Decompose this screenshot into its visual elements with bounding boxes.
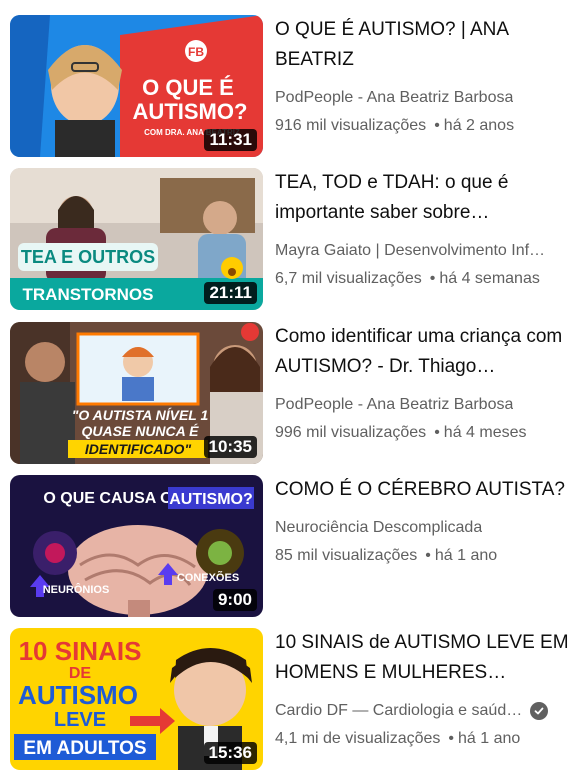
separator-dot: • (425, 547, 431, 564)
video-duration: 21:11 (204, 282, 257, 304)
video-duration: 10:35 (203, 436, 257, 458)
thumb-line1: TEA E OUTROS (21, 247, 155, 267)
thumb-badge: FB (188, 45, 204, 59)
upload-age: há 1 ano (434, 547, 498, 564)
video-title[interactable]: O QUE É AUTISMO? | ANA BEATRIZ (275, 15, 575, 75)
thumb-left-label: NEURÔNIOS (43, 583, 110, 596)
channel-name[interactable]: PodPeople - Ana Beatriz Barbosa (275, 394, 513, 416)
thumb-line1: O QUE É (142, 75, 234, 100)
video-thumbnail[interactable]: FB O QUE É AUTISMO? COM DRA. ANA BEATRIZ… (10, 15, 263, 157)
video-item[interactable]: "O AUTISTA NÍVEL 1 QUASE NUNCA É IDENTIF… (0, 322, 579, 472)
channel-row: PodPeople - Ana Beatriz Barbosa (275, 394, 575, 416)
channel-row: Mayra Gaiato | Desenvolvimento Inf… (275, 240, 575, 262)
video-title[interactable]: COMO É O CÉREBRO AUTISTA? (275, 475, 575, 505)
channel-name[interactable]: PodPeople - Ana Beatriz Barbosa (275, 87, 513, 109)
thumb-line4: LEVE (54, 709, 106, 731)
thumb-line2: QUASE NUNCA É (82, 423, 200, 439)
channel-name[interactable]: Cardio DF — Cardiologia e saúd… (275, 700, 522, 722)
upload-age: há 4 semanas (439, 270, 540, 287)
upload-age: há 2 anos (443, 117, 515, 134)
view-count: 996 mil visualizações (275, 424, 427, 441)
thumb-line2: TRANSTORNOS (23, 285, 154, 304)
video-title[interactable]: Como identificar uma criança com AUTISMO… (275, 322, 575, 382)
video-duration: 11:31 (204, 129, 257, 151)
thumb-line3: AUTISMO (18, 680, 138, 710)
video-duration: 9:00 (212, 589, 257, 611)
channel-row: PodPeople - Ana Beatriz Barbosa (275, 87, 575, 109)
video-duration: 15:36 (203, 742, 257, 764)
channel-name[interactable]: Neurociência Descomplicada (275, 517, 482, 539)
video-item[interactable]: O QUE CAUSA O AUTISMO? NEURÔNIOS CONEXÕE… (0, 475, 579, 625)
video-item[interactable]: FB O QUE É AUTISMO? COM DRA. ANA BEATRIZ… (0, 15, 579, 165)
video-thumbnail[interactable]: "O AUTISTA NÍVEL 1 QUASE NUNCA É IDENTIF… (10, 322, 263, 464)
video-title[interactable]: 10 SINAIS de AUTISMO LEVE EM HOMENS E MU… (275, 628, 575, 688)
channel-row: Cardio DF — Cardiologia e saúd… (275, 700, 575, 722)
view-count: 85 mil visualizações (275, 547, 418, 564)
thumb-line5: EM ADULTOS (23, 738, 146, 759)
separator-dot: • (429, 270, 436, 287)
thumb-line2: AUTISMO? (133, 99, 248, 124)
video-thumbnail[interactable]: 10 SINAIS DE AUTISMO LEVE EM ADULTOS 15:… (10, 628, 263, 770)
thumb-line1: "O AUTISTA NÍVEL 1 (72, 407, 209, 423)
video-stats: 85 mil visualizações • há 1 ano (275, 545, 575, 567)
video-item[interactable]: 10 SINAIS DE AUTISMO LEVE EM ADULTOS 15:… (0, 628, 579, 775)
video-title[interactable]: TEA, TOD e TDAH: o que é importante sabe… (275, 168, 575, 228)
video-thumbnail[interactable]: O QUE CAUSA O AUTISMO? NEURÔNIOS CONEXÕE… (10, 475, 263, 617)
video-list: FB O QUE É AUTISMO? COM DRA. ANA BEATRIZ… (0, 0, 579, 775)
video-meta: TEA, TOD e TDAH: o que é importante sabe… (275, 168, 575, 290)
thumb-line3: IDENTIFICADO" (85, 441, 192, 457)
video-meta: Como identificar uma criança com AUTISMO… (275, 322, 575, 444)
video-item[interactable]: TEA E OUTROS TRANSTORNOS 21:11 TEA, TOD … (0, 168, 579, 318)
verified-check-icon (530, 702, 549, 720)
thumb-right-label: CONEXÕES (177, 571, 239, 584)
separator-dot: • (434, 117, 440, 134)
channel-name[interactable]: Mayra Gaiato | Desenvolvimento Inf… (275, 240, 545, 262)
video-thumbnail[interactable]: TEA E OUTROS TRANSTORNOS 21:11 (10, 168, 263, 310)
channel-row: Neurociência Descomplicada (275, 517, 575, 539)
video-meta: 10 SINAIS de AUTISMO LEVE EM HOMENS E MU… (275, 628, 575, 750)
upload-age: há 4 meses (443, 424, 527, 441)
separator-dot: • (434, 424, 440, 441)
video-stats: 916 mil visualizações • há 2 anos (275, 115, 575, 137)
view-count: 916 mil visualizações (275, 117, 427, 134)
video-stats: 4,1 mi de visualizações • há 1 ano (275, 728, 575, 750)
thumb-line1: O QUE CAUSA O (43, 490, 172, 507)
thumb-line1: 10 SINAIS (19, 636, 142, 666)
view-count: 4,1 mi de visualizações (275, 730, 441, 747)
video-stats: 6,7 mil visualizações • há 4 semanas (275, 268, 575, 290)
video-meta: COMO É O CÉREBRO AUTISTA? Neurociência D… (275, 475, 575, 567)
separator-dot: • (448, 730, 455, 747)
view-count: 6,7 mil visualizações (275, 270, 422, 287)
upload-age: há 1 ano (458, 730, 521, 747)
video-stats: 996 mil visualizações • há 4 meses (275, 422, 575, 444)
video-meta: O QUE É AUTISMO? | ANA BEATRIZ PodPeople… (275, 15, 575, 137)
thumb-line2: AUTISMO? (169, 491, 253, 508)
